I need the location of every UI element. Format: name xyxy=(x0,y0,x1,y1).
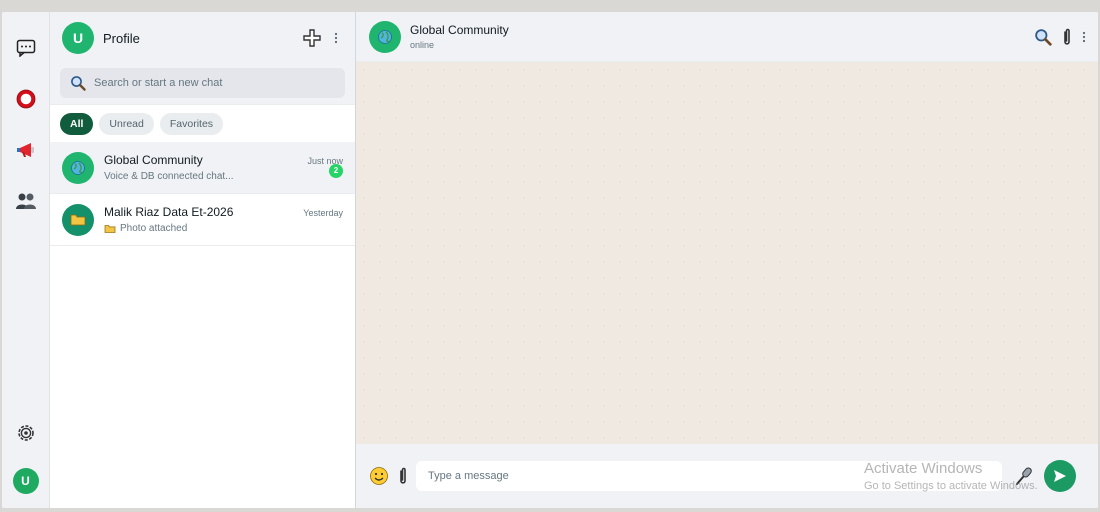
search-container xyxy=(50,64,355,104)
paperclip-icon xyxy=(1064,28,1070,45)
microphone-icon xyxy=(1016,467,1032,485)
channels-icon[interactable] xyxy=(10,134,42,166)
conversation-avatar[interactable] xyxy=(369,20,401,53)
chat-row-top: Malik Riaz Data Et-2026 Yesterday xyxy=(104,205,343,219)
search-input[interactable] xyxy=(94,77,334,89)
chat-app-window: U U Profile All Unread Favorites xyxy=(2,12,1098,508)
chat-sidebar: U Profile All Unread Favorites xyxy=(50,12,356,508)
status-icon[interactable] xyxy=(10,83,42,115)
conversation-title-block[interactable]: Global Community online xyxy=(410,23,1034,50)
user-avatar[interactable]: U xyxy=(12,468,39,494)
chat-meta: Global Community Just now Voice & DB con… xyxy=(104,153,343,182)
communities-icon[interactable] xyxy=(10,185,42,217)
filter-unread[interactable]: Unread xyxy=(99,112,154,135)
emoji-icon xyxy=(370,467,388,485)
left-rail: U xyxy=(2,12,50,508)
chat-preview-wrap: Photo attached xyxy=(104,223,187,234)
message-area[interactable] xyxy=(356,62,1098,444)
conversation-title: Global Community xyxy=(410,23,509,37)
search-icon xyxy=(1035,28,1052,46)
chat-name: Malik Riaz Data Et-2026 xyxy=(104,205,234,219)
settings-icon[interactable] xyxy=(10,417,42,449)
chat-name: Global Community xyxy=(104,153,203,167)
chat-avatar xyxy=(62,203,94,236)
chat-list: Global Community Just now Voice & DB con… xyxy=(50,142,355,508)
search-box xyxy=(60,68,345,98)
chat-filters: All Unread Favorites xyxy=(50,104,355,142)
chat-row-top: Global Community Just now xyxy=(104,153,343,167)
paperclip-icon xyxy=(400,467,406,484)
unread-badge: 2 xyxy=(329,163,343,178)
search-icon xyxy=(71,76,86,91)
chat-item-global-community[interactable]: Global Community Just now Voice & DB con… xyxy=(50,142,355,194)
message-input[interactable] xyxy=(416,461,1002,491)
globe-icon xyxy=(71,160,85,175)
chat-time: Yesterday xyxy=(303,208,343,218)
message-composer xyxy=(356,444,1098,508)
chats-icon[interactable] xyxy=(10,32,42,64)
search-messages-button[interactable] xyxy=(1034,28,1052,46)
folder-icon xyxy=(104,224,116,233)
chat-avatar xyxy=(62,151,94,184)
conversation-status: online xyxy=(410,40,435,50)
emoji-button[interactable] xyxy=(368,465,390,487)
attach-button[interactable] xyxy=(1062,28,1072,46)
send-icon xyxy=(1054,470,1066,482)
conversation-panel: Global Community online xyxy=(356,12,1098,508)
chat-row-bottom: Photo attached xyxy=(104,223,343,234)
globe-icon xyxy=(378,29,392,44)
chat-item-malik-riaz[interactable]: Malik Riaz Data Et-2026 Yesterday Photo … xyxy=(50,194,355,246)
profile-avatar[interactable]: U xyxy=(62,22,94,54)
folder-icon xyxy=(70,214,86,225)
conversation-actions xyxy=(1034,28,1086,46)
filter-all[interactable]: All xyxy=(60,112,94,135)
voice-button[interactable] xyxy=(1014,466,1034,486)
conversation-header: Global Community online xyxy=(356,12,1098,62)
composer-attach-button[interactable] xyxy=(398,467,408,485)
filter-favorites[interactable]: Favorites xyxy=(159,112,224,135)
conversation-menu-button[interactable] xyxy=(1082,31,1086,43)
new-chat-button[interactable] xyxy=(303,29,321,47)
send-button[interactable] xyxy=(1044,460,1076,492)
kebab-icon xyxy=(1082,31,1086,42)
sidebar-header: U Profile xyxy=(50,12,355,64)
kebab-icon xyxy=(334,32,338,44)
chat-row-bottom: Voice & DB connected chat... 2 xyxy=(104,163,343,182)
plus-icon xyxy=(303,29,321,47)
chat-preview: Voice & DB connected chat... xyxy=(104,171,234,182)
chat-meta: Malik Riaz Data Et-2026 Yesterday Photo … xyxy=(104,205,343,234)
chat-preview: Photo attached xyxy=(120,223,188,234)
profile-title: Profile xyxy=(103,30,140,46)
sidebar-menu-button[interactable] xyxy=(329,28,343,48)
